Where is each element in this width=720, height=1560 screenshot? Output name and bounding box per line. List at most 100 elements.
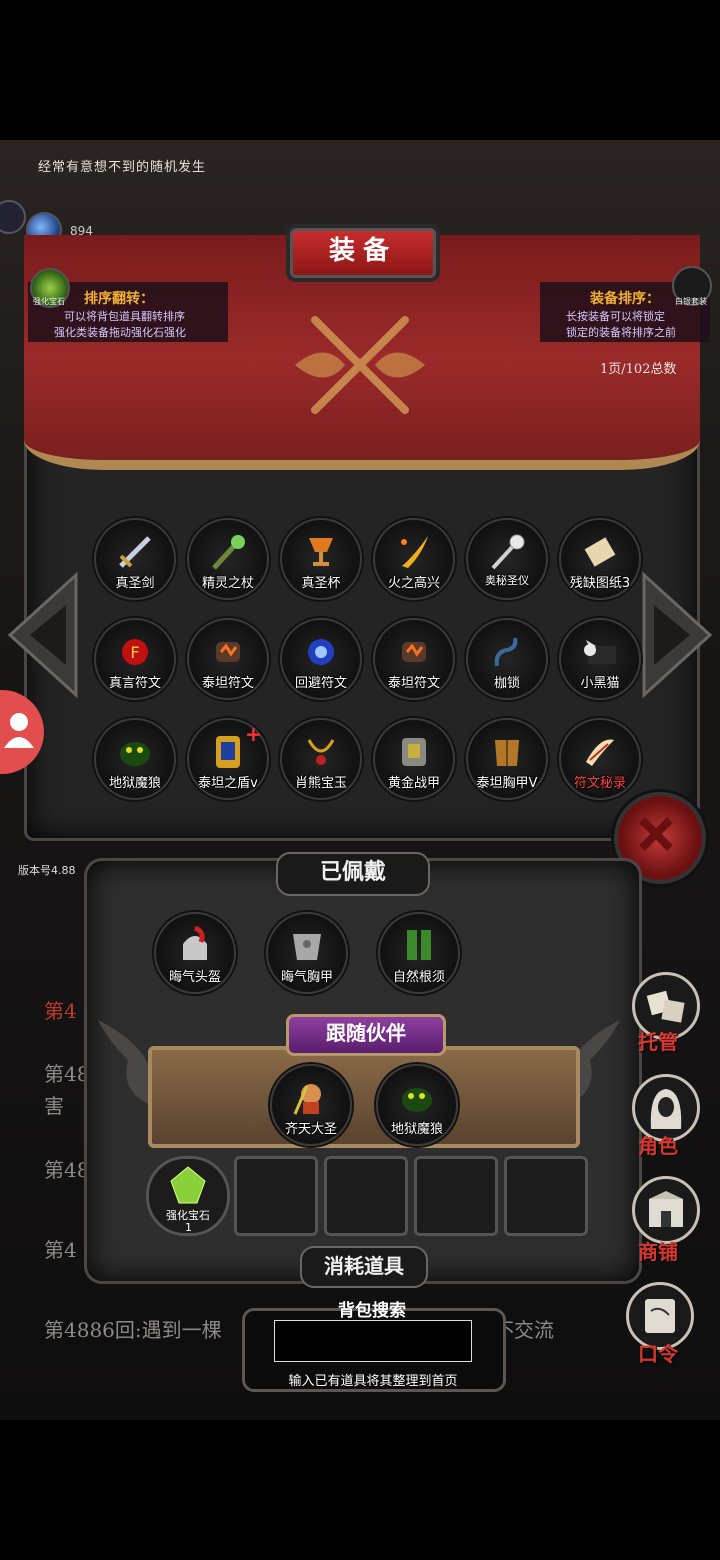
wolf-icon <box>120 742 150 766</box>
inventory-item[interactable]: 残缺图纸3 <box>559 518 641 600</box>
panel-title: 装备 <box>290 228 436 278</box>
item-grid: 真圣剑 精灵之杖 真圣杯 火之高兴 奥秘圣仪 残缺图纸3 F 真言符文 泰坦符文… <box>94 518 644 808</box>
companion-area <box>148 1046 580 1148</box>
item-label: 枷锁 <box>493 676 520 691</box>
worn-item[interactable]: 晦气头盔 <box>154 912 236 994</box>
chain-icon <box>494 637 518 667</box>
item-label: 真言符文 <box>108 676 161 691</box>
inventory-item[interactable]: 枷锁 <box>466 618 548 700</box>
inventory-item[interactable]: 黄金战甲 <box>373 718 455 800</box>
inventory-item[interactable]: 真圣杯 <box>280 518 362 600</box>
silver-set-label: 白银套装 <box>675 297 707 306</box>
inventory-item[interactable]: 符文秘录 <box>559 718 641 800</box>
staff-icon <box>212 535 245 570</box>
boots-icon <box>407 930 431 960</box>
shop-button[interactable] <box>632 1176 700 1244</box>
inventory-item[interactable]: 地狱魔狼 <box>94 718 176 800</box>
companion-title: 跟随伙伴 <box>286 1014 446 1056</box>
upgrade-plus-icon: + <box>245 722 262 746</box>
code-label: 口令 <box>638 1342 678 1366</box>
amulet-icon <box>307 739 335 765</box>
inventory-item[interactable]: F 真言符文 <box>94 618 176 700</box>
item-label: 回避符文 <box>294 676 347 691</box>
consumable-slot-empty[interactable] <box>234 1156 318 1236</box>
mace-icon <box>491 534 525 570</box>
sword-icon <box>119 536 151 568</box>
inventory-item[interactable]: 泰坦符文 <box>187 618 269 700</box>
hint-line: 长按装备可以将锁定 <box>566 310 665 323</box>
grail-icon <box>309 538 333 566</box>
random-event-tip: 经常有意想不到的随机发生 <box>38 160 207 175</box>
companion-item[interactable]: 地狱魔狼 <box>376 1064 458 1146</box>
inventory-item[interactable]: 小黑猫 <box>559 618 641 700</box>
inventory-item[interactable]: 火之高兴 <box>373 518 455 600</box>
enhance-gem-label: 强化宝石 <box>33 297 65 306</box>
worn-item[interactable]: 晦气胸甲 <box>266 912 348 994</box>
log-line: 第48 <box>44 1158 90 1182</box>
search-input[interactable] <box>274 1320 472 1362</box>
item-label: 精灵之杖 <box>201 576 254 591</box>
titan-rune-icon <box>216 642 240 662</box>
shop-icon <box>649 1191 683 1227</box>
inventory-item[interactable]: 奥秘圣仪 <box>466 518 548 600</box>
item-label: 残缺图纸3 <box>569 576 631 591</box>
item-label: 真圣杯 <box>301 576 341 591</box>
hint-line: 可以将背包道具翻转排序 <box>64 310 185 323</box>
consumable-slot-empty[interactable] <box>324 1156 408 1236</box>
hint-line: 锁定的装备将排序之前 <box>566 326 676 339</box>
item-label: 晦气头盔 <box>168 970 221 985</box>
search-title: 背包搜索 <box>338 1301 406 1321</box>
crossed-swords-emblem-icon <box>295 316 425 414</box>
wolf-icon <box>402 1088 432 1112</box>
gold-armor-icon <box>402 738 426 766</box>
consumable-slot-empty[interactable] <box>504 1156 588 1236</box>
item-label: 自然根须 <box>392 970 445 985</box>
worn-item[interactable]: 自然根须 <box>378 912 460 994</box>
auto-play-label: 托管 <box>638 1030 678 1054</box>
search-hint: 输入已有道具将其整理到首页 <box>288 1374 458 1389</box>
item-label: 泰坦符文 <box>201 676 254 691</box>
shield-icon <box>216 736 240 768</box>
hooded-figure-icon <box>650 1089 682 1129</box>
chestplate-icon <box>293 934 321 960</box>
scroll-icon <box>584 537 616 567</box>
inventory-item[interactable]: 泰坦胸甲V <box>466 718 548 800</box>
breastplate-icon <box>495 740 519 766</box>
consumable-slot[interactable]: 强化宝石 1 <box>146 1156 230 1236</box>
helmet-icon <box>183 926 207 960</box>
page-info: 1页/102总数 <box>600 362 677 377</box>
item-label: 齐天大圣 <box>284 1122 337 1137</box>
consumable-slot-empty[interactable] <box>414 1156 498 1236</box>
blue-rune-icon <box>308 639 334 665</box>
inventory-item[interactable]: 泰坦符文 <box>373 618 455 700</box>
monkey-king-icon <box>293 1084 321 1115</box>
inventory-item[interactable]: + 泰坦之盾v <box>187 718 269 800</box>
inventory-item[interactable]: 真圣剑 <box>94 518 176 600</box>
user-icon <box>4 713 34 748</box>
item-label: 奥秘圣仪 <box>485 574 529 587</box>
hint-line: 强化类装备拖动强化石强化 <box>54 326 186 339</box>
item-label: 地狱魔狼 <box>108 776 161 791</box>
svg-text:F: F <box>130 643 139 662</box>
cat-icon <box>584 640 616 664</box>
item-label: 符文秘录 <box>573 776 626 791</box>
item-label: 地狱魔狼 <box>390 1122 443 1137</box>
log-line: 第4 <box>44 1238 77 1262</box>
prev-page-arrow-icon[interactable] <box>8 570 78 700</box>
horn-scroll-icon <box>586 739 614 766</box>
profile-edge-icon[interactable] <box>0 200 26 234</box>
book-icon <box>645 1299 675 1333</box>
next-page-arrow-icon[interactable] <box>642 570 712 700</box>
inventory-item[interactable]: 精灵之杖 <box>187 518 269 600</box>
item-label: 肖熊宝玉 <box>294 776 347 791</box>
item-label: 泰坦符文 <box>387 676 440 691</box>
titan-rune-icon <box>402 642 426 662</box>
consumable-count: 1 <box>185 1221 192 1234</box>
inventory-item[interactable]: 肖熊宝玉 <box>280 718 362 800</box>
item-label: 泰坦胸甲V <box>476 776 538 791</box>
companion-item[interactable]: 齐天大圣 <box>270 1064 352 1146</box>
close-icon <box>639 817 673 851</box>
worn-title: 已佩戴 <box>276 852 430 896</box>
inventory-item[interactable]: 回避符文 <box>280 618 362 700</box>
shop-label: 商铺 <box>638 1240 678 1264</box>
